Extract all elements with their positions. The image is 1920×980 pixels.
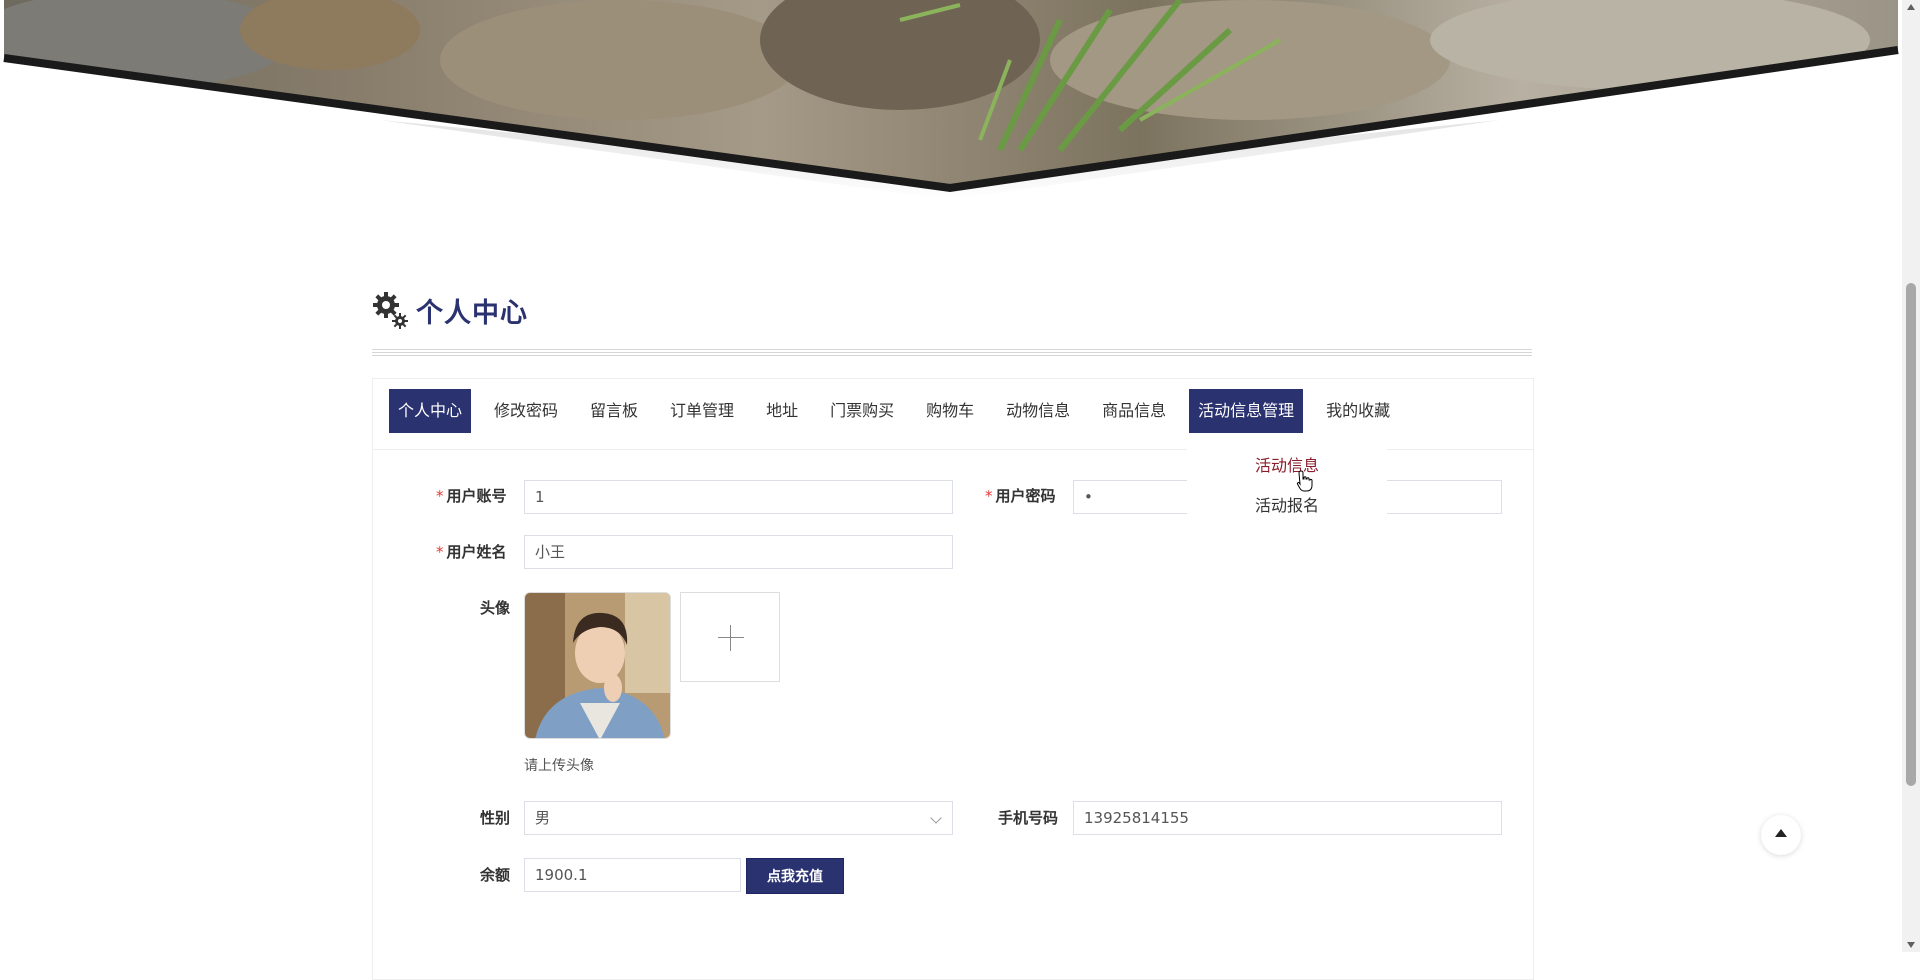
name-input[interactable]: 小王: [524, 535, 953, 569]
recharge-button[interactable]: 点我充值: [746, 858, 844, 894]
balance-input[interactable]: 1900.1: [524, 858, 741, 892]
tab-change-password[interactable]: 修改密码: [485, 389, 567, 433]
title-divider: [372, 349, 1532, 358]
account-input[interactable]: 1: [524, 480, 953, 514]
tab-shopping-cart[interactable]: 购物车: [917, 389, 983, 433]
balance-label: 余额: [480, 866, 511, 884]
page-title: 个人中心: [416, 297, 528, 329]
vertical-scrollbar[interactable]: [1902, 0, 1920, 952]
scroll-thumb[interactable]: [1906, 283, 1916, 786]
hand-cursor-icon: [1296, 470, 1314, 496]
tab-order-management[interactable]: 订单管理: [661, 389, 743, 433]
tab-bar: 个人中心 修改密码 留言板 订单管理 地址 门票购买 购物车 动物信息 商品信息…: [389, 389, 1413, 433]
tab-product-info[interactable]: 商品信息: [1093, 389, 1175, 433]
password-label: * 用户密码: [985, 487, 1056, 505]
tab-address[interactable]: 地址: [757, 389, 807, 433]
tab-activity-management[interactable]: 活动信息管理: [1189, 389, 1304, 433]
phone-input[interactable]: 13925814155: [1073, 801, 1502, 835]
avatar-upload-hint: 请上传头像: [524, 758, 594, 774]
activity-dropdown-menu: 活动信息 活动报名: [1187, 440, 1387, 520]
back-to-top-button[interactable]: [1761, 815, 1801, 855]
tab-personal-center[interactable]: 个人中心: [389, 389, 472, 433]
gender-select[interactable]: 男: [524, 801, 953, 835]
scroll-up-arrow-icon[interactable]: [1907, 4, 1915, 10]
chevron-down-icon: [930, 812, 942, 824]
page-header: 个人中心: [372, 290, 528, 330]
phone-label: 手机号码: [998, 809, 1059, 827]
banner-image: [0, 0, 1902, 200]
name-label: * 用户姓名: [436, 543, 507, 561]
tab-message-board[interactable]: 留言板: [581, 389, 647, 433]
gender-select-value: 男: [535, 809, 551, 827]
avatar-image: [524, 592, 671, 739]
avatar-upload-button[interactable]: [680, 592, 780, 682]
tab-ticket-purchase[interactable]: 门票购买: [821, 389, 903, 433]
gears-icon: [372, 290, 408, 330]
account-label: * 用户账号: [436, 487, 507, 505]
arrow-up-icon: [1775, 829, 1787, 837]
plus-icon: [718, 637, 744, 638]
gender-label: 性别: [480, 809, 511, 827]
tab-animal-info[interactable]: 动物信息: [997, 389, 1079, 433]
scroll-down-arrow-icon[interactable]: [1907, 942, 1915, 948]
avatar-label: 头像: [480, 599, 511, 617]
tab-my-favorites[interactable]: 我的收藏: [1317, 389, 1399, 433]
